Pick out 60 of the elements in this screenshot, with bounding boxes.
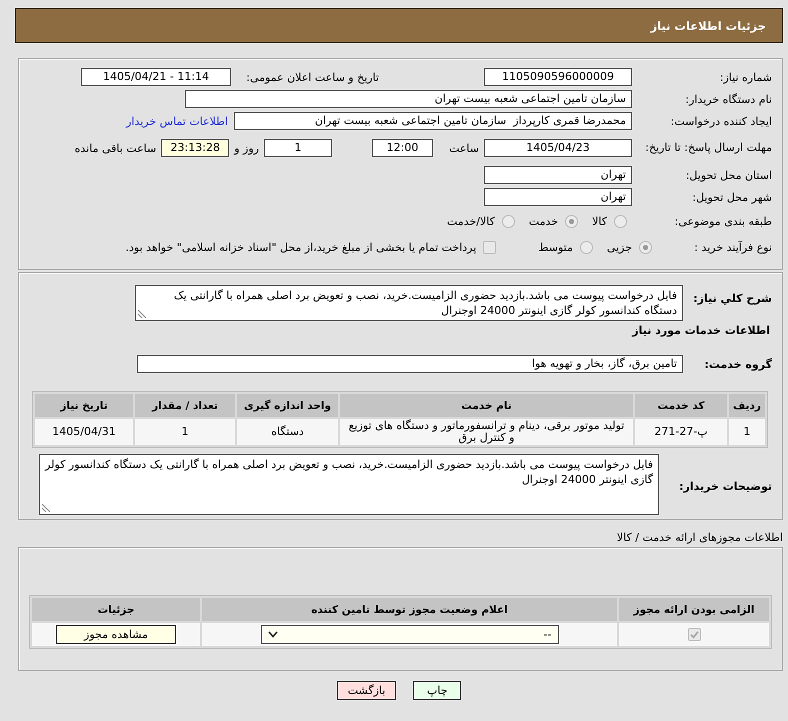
field-label: شماره نیاز: xyxy=(718,70,772,84)
column-header: کد خدمت xyxy=(635,394,727,417)
field-label: شرح کلي نياز: xyxy=(692,291,772,305)
buyer-org-field[interactable]: سازمان تامین اجتماعی شعبه بیست تهران xyxy=(185,90,632,108)
radio-label: کالا xyxy=(592,214,607,228)
city-field[interactable]: تهران xyxy=(484,188,632,206)
field-label: ایجاد کننده درخواست: xyxy=(670,114,772,128)
field-label: گروه خدمت: xyxy=(703,358,772,370)
field-label: شهر محل تحویل: xyxy=(691,190,772,204)
table-cell: تولید موتور برقی، دینام و ترانسفورماتور و دستگاه های توزیع و کنترل برق xyxy=(340,419,633,445)
column-header: تعداد / مقدار xyxy=(135,394,235,417)
column-header: جزئیات xyxy=(32,598,200,621)
radio-label: جزیی xyxy=(606,240,632,254)
column-header: ردیف xyxy=(729,394,765,417)
field-label: استان محل تحویل: xyxy=(684,168,772,182)
print-button[interactable]: چاپ xyxy=(413,681,462,700)
section-title: اطلاعات خدمات مورد نیاز xyxy=(632,324,770,337)
days-field[interactable]: 1 xyxy=(264,139,332,157)
resize-grip-icon[interactable] xyxy=(42,504,50,512)
view-permit-button[interactable]: مشاهده مجوز xyxy=(56,625,176,644)
column-header: نام خدمت xyxy=(340,394,633,417)
field-label: طبقه بندی موضوعی: xyxy=(674,214,772,228)
column-header: الزامی بودن ارائه مجوز xyxy=(619,598,769,621)
announce-date-field[interactable]: 1405/04/21 - 11:14 xyxy=(81,68,231,86)
table-cell: 1405/04/31 xyxy=(35,419,133,445)
need-number-field[interactable]: 1105090596000009 xyxy=(484,68,632,86)
remaining-time-field[interactable]: 23:13:28 xyxy=(161,139,230,157)
summary-textarea[interactable]: فایل درخواست پیوست می باشد.بازدید حضوری الزامیست.خرید، نصب و تعویض برد اصلی همراه با گارانتی یک دستگاه کندانسور کولر گازی اینونتر 24000 اوجنرال xyxy=(135,285,683,321)
table-cell: پ-27-271 xyxy=(635,419,727,445)
status-select[interactable]: -- xyxy=(260,625,558,644)
back-button[interactable]: بازگشت xyxy=(336,681,396,700)
table-cell: 1 xyxy=(135,419,235,445)
column-header: اعلام وضعیت مجوز توسط تامین کننده xyxy=(202,598,617,621)
field-label: ساعت xyxy=(448,142,479,154)
requester-field[interactable]: محمدرضا قمری کارپرداز سازمان تامین اجتماعی شعبه بیست تهران xyxy=(234,112,632,130)
deadline-time-field[interactable]: 12:00 xyxy=(372,139,433,157)
table-cell: دستگاه xyxy=(237,419,338,445)
province-field[interactable]: تهران xyxy=(484,166,632,184)
section-title: اطلاعات مجوزهای ارائه خدمت / کالا xyxy=(616,531,783,544)
radio-label: خدمت xyxy=(528,214,558,228)
field-label: نام دستگاه خریدار: xyxy=(684,92,772,106)
field-label: مهلت ارسال پاسخ: تا تاریخ: xyxy=(644,141,772,155)
contact-link[interactable]: اطلاعات تماس خریدار xyxy=(126,114,228,128)
checkbox-label: پرداخت تمام یا بخشی از مبلغ خرید،از محل "اسناد خزانه اسلامی" خواهد بود. xyxy=(126,240,476,254)
resize-grip-icon[interactable] xyxy=(138,310,146,318)
page-title: جزئیات اطلاعات نیاز xyxy=(650,18,766,32)
radio-label: کالا/خدمت xyxy=(447,214,495,228)
field-label: ساعت باقی مانده xyxy=(74,142,156,154)
caret-icon[interactable] xyxy=(268,631,278,638)
column-header: واحد اندازه گیری xyxy=(237,394,338,417)
service-group-field[interactable]: تامین برق، گاز، بخار و تهویه هوا xyxy=(137,355,683,373)
field-label: نوع فرآیند خرید : xyxy=(693,240,772,254)
radio-label: متوسط xyxy=(538,240,573,254)
deadline-date-field[interactable]: 1405/04/23 xyxy=(484,139,632,157)
table-cell: 1 xyxy=(729,419,765,445)
field-label: روز و xyxy=(234,142,259,154)
column-header: تاریخ نیاز xyxy=(35,394,133,417)
notes-textarea[interactable]: فایل درخواست پیوست می باشد.بازدید حضوری الزامیست.خرید، نصب و تعویض برد اصلی همراه با گارانتی یک دستگاه کندانسور کولر گازی اینونتر 24000 اوجنرال xyxy=(39,454,659,515)
field-label: تاریخ و ساعت اعلان عمومی: xyxy=(245,70,379,84)
field-label: توضیحات خریدار: xyxy=(678,479,772,493)
